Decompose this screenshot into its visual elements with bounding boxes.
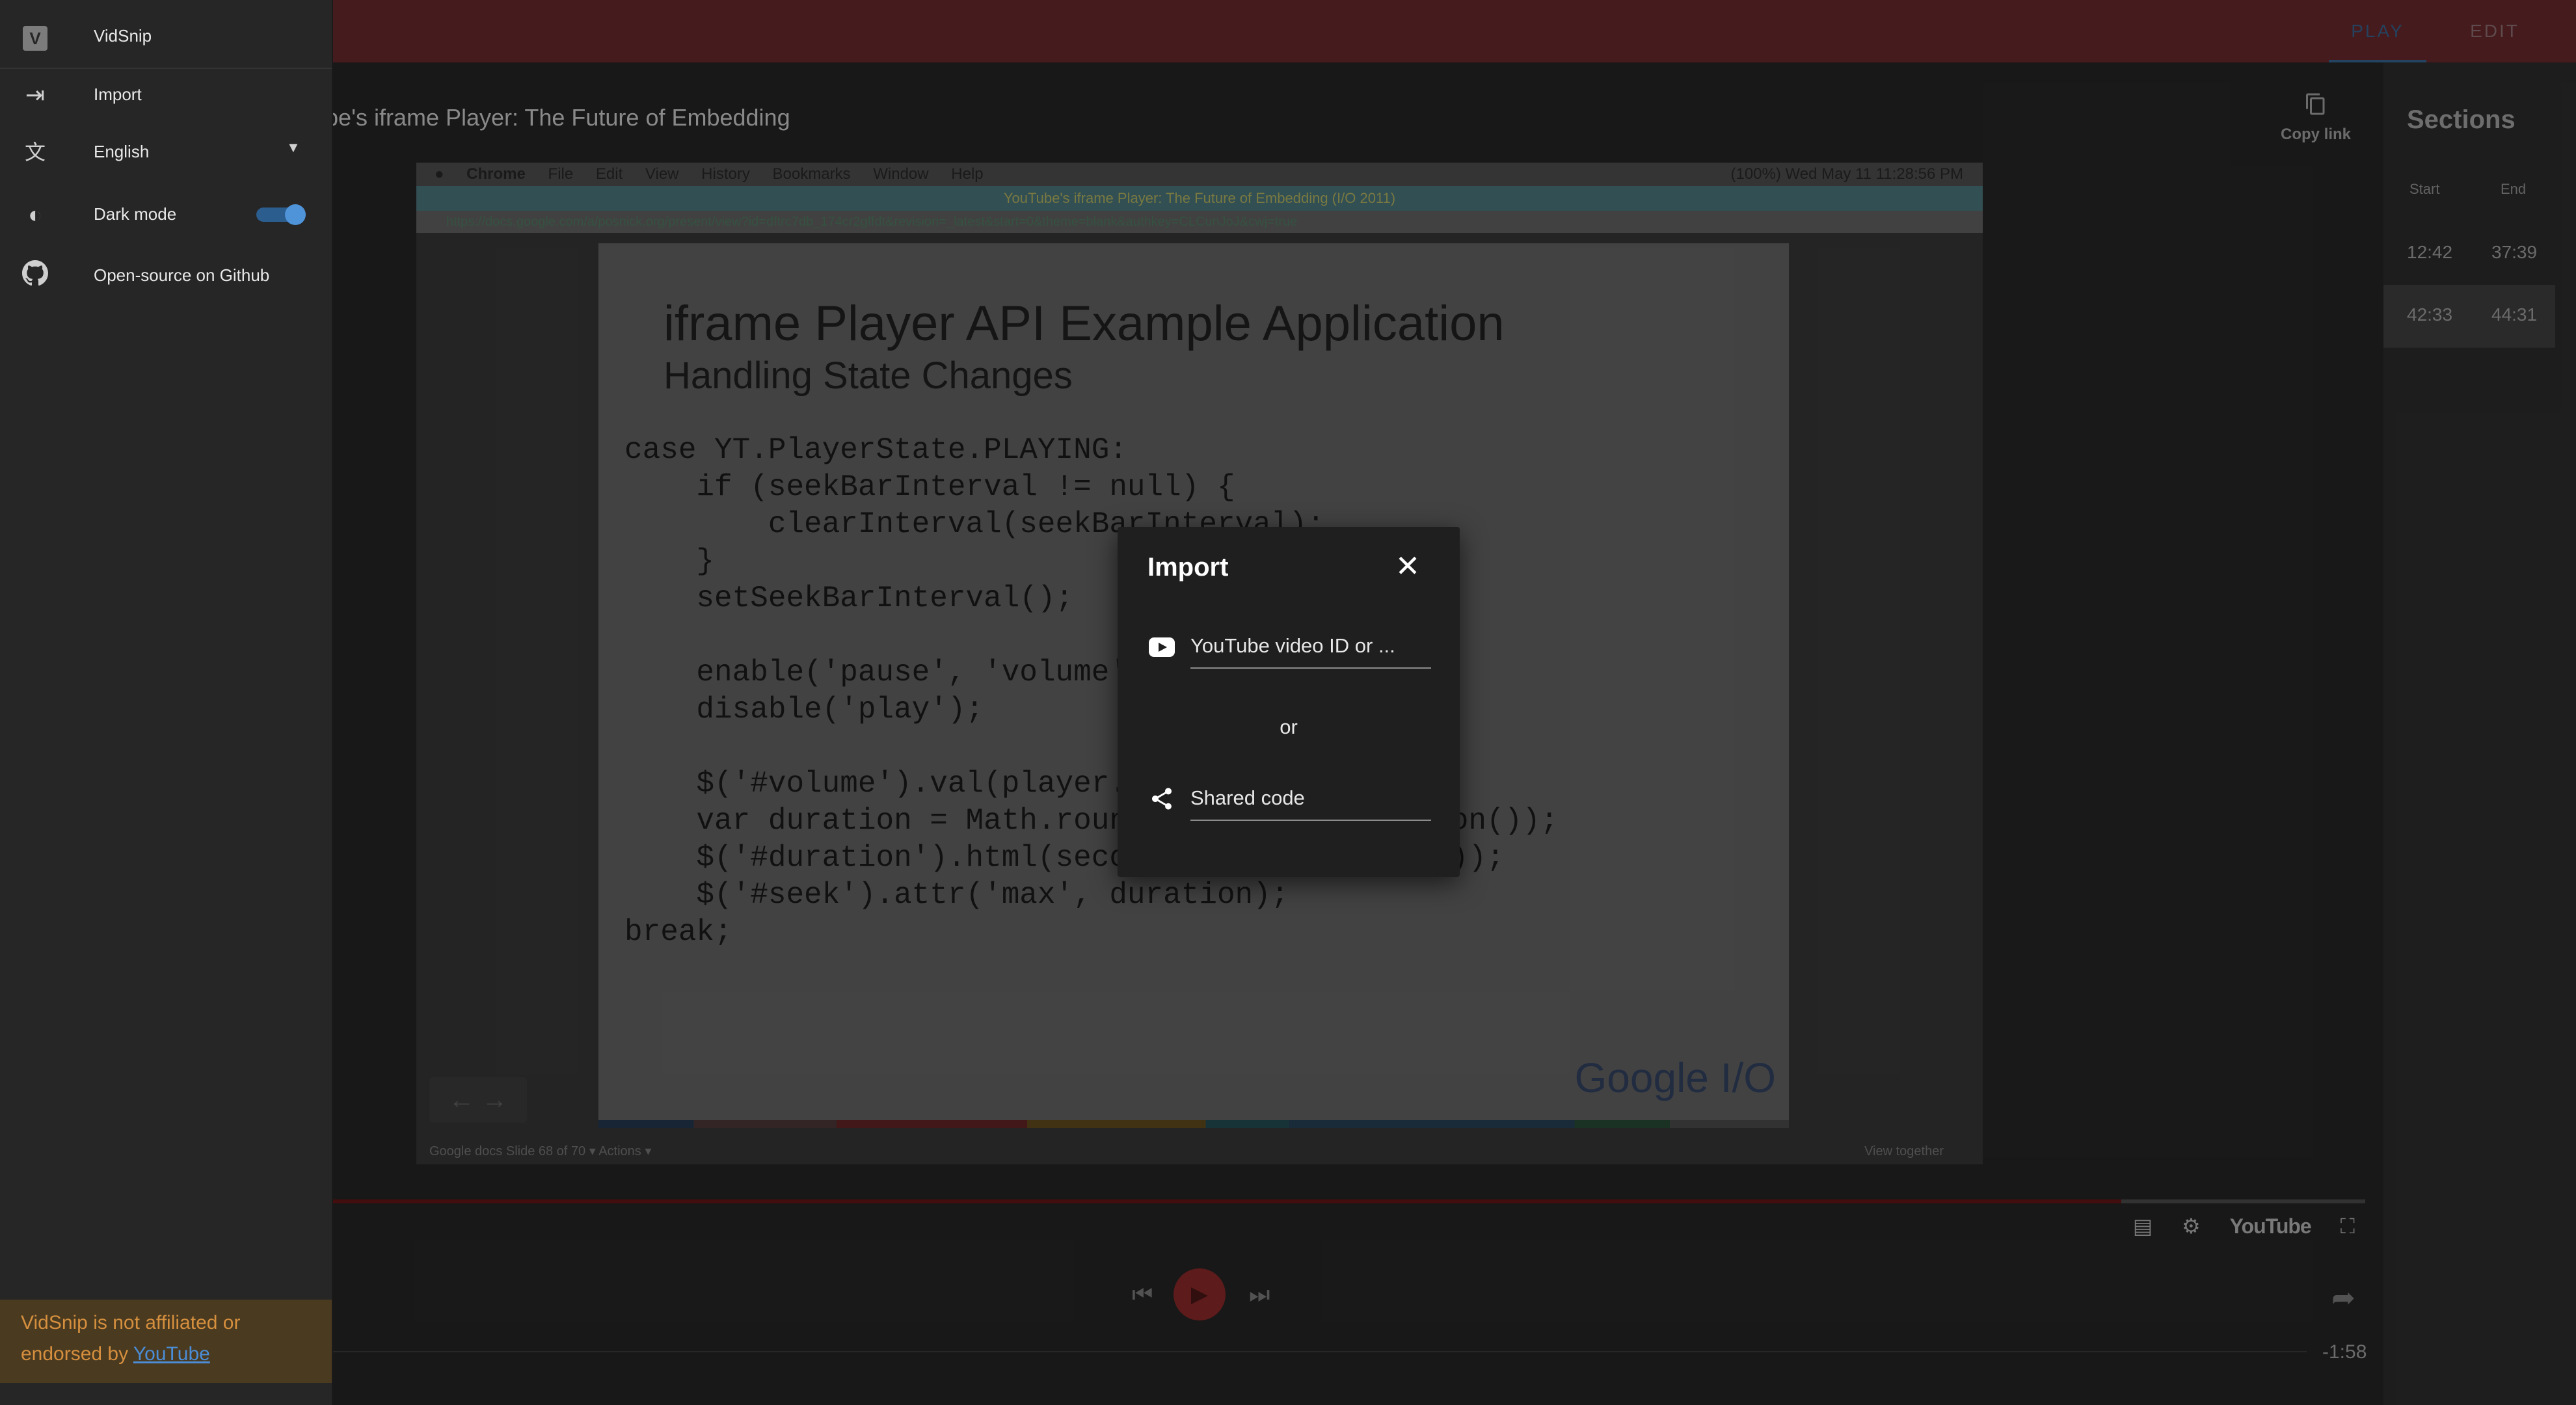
navigation-drawer: V VidSnip ⇥ Import 文 English ▼ ◐ Dark mo… <box>0 0 333 1405</box>
github-icon <box>20 260 51 291</box>
sidebar-item-dark-mode[interactable]: ◐ Dark mode <box>0 185 332 243</box>
shared-code-field <box>1147 777 1431 822</box>
toggle-knob <box>285 204 306 225</box>
translate-icon: 文 <box>24 140 46 164</box>
share-icon <box>1147 786 1176 814</box>
sidebar-item-label: Open-source on Github <box>94 265 270 285</box>
shared-code-input[interactable] <box>1190 777 1431 821</box>
language-select[interactable]: English <box>94 142 149 162</box>
app-name: VidSnip <box>94 26 152 46</box>
sidebar-item-label: Dark mode <box>94 204 177 224</box>
video-id-input[interactable] <box>1190 624 1431 669</box>
dark-mode-icon: ◐ <box>28 201 42 228</box>
sidebar-item-language[interactable]: 文 English ▼ <box>0 122 332 181</box>
youtube-icon <box>1147 634 1176 662</box>
or-separator: or <box>1280 716 1298 738</box>
dark-mode-toggle[interactable] <box>256 204 306 225</box>
chevron-down-icon[interactable]: ▼ <box>286 139 301 156</box>
sidebar-item-github[interactable]: Open-source on Github <box>0 246 332 304</box>
import-icon: ⇥ <box>25 81 46 108</box>
dialog-title: Import <box>1147 553 1229 582</box>
import-dialog: Import ✕ or <box>1118 527 1460 877</box>
video-id-field <box>1147 624 1431 670</box>
youtube-link[interactable]: YouTube <box>133 1343 210 1365</box>
close-icon[interactable]: ✕ <box>1388 546 1427 585</box>
sidebar-item-label: Import <box>94 85 142 104</box>
sidebar-item-import[interactable]: ⇥ Import <box>0 65 332 124</box>
disclaimer-banner: VidSnip is not affiliated or endorsed by… <box>0 1300 332 1383</box>
sidebar-item-app[interactable]: V VidSnip <box>0 7 332 65</box>
vidsnip-logo-icon: V <box>20 21 51 52</box>
